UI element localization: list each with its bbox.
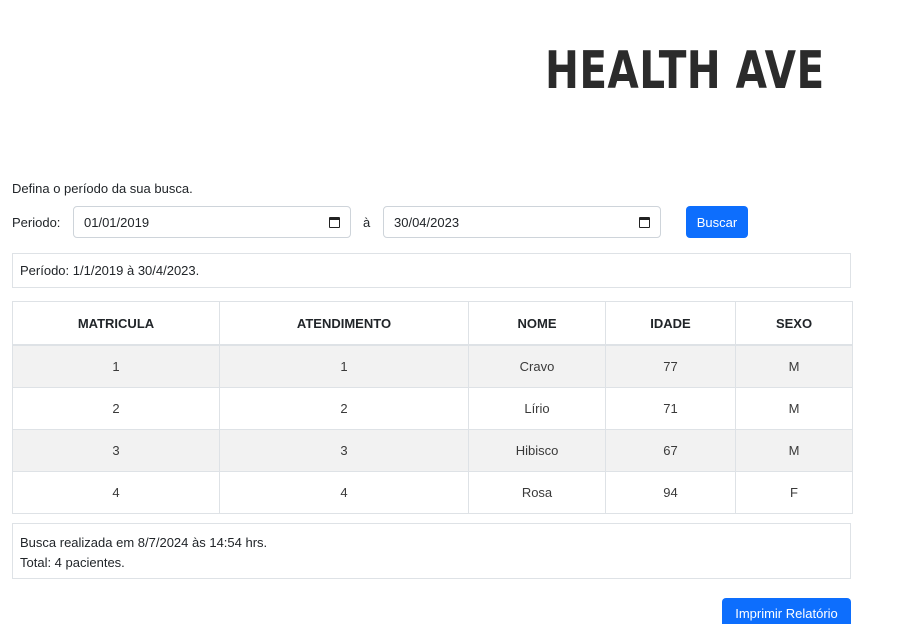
column-header-sexo: SEXO: [735, 301, 853, 346]
cell-idade: 94: [605, 471, 736, 514]
date-from-input[interactable]: 01/01/2019: [73, 206, 351, 238]
cell-sexo: M: [735, 344, 853, 388]
range-info-text: Período: 1/1/2019 à 30/4/2023.: [20, 263, 200, 278]
cell-atendimento: 3: [219, 429, 469, 472]
column-header-atendimento: ATENDIMENTO: [219, 301, 469, 346]
date-to-value: 30/04/2023: [394, 214, 460, 230]
cell-matricula: 2: [12, 387, 220, 430]
table-row: 3 3 Hibisco 67 M: [12, 429, 853, 472]
cell-sexo: M: [735, 387, 853, 430]
table-row: 4 4 Rosa 94 F: [12, 471, 853, 514]
table-row: 2 2 Lírio 71 M: [12, 387, 853, 430]
patients-table: MATRICULA ATENDIMENTO NOME IDADE SEXO 1 …: [12, 301, 853, 514]
print-report-button[interactable]: Imprimir Relatório: [722, 598, 851, 624]
search-timestamp: Busca realizada em 8/7/2024 às 14:54 hrs…: [20, 535, 268, 550]
cell-sexo: M: [735, 429, 853, 472]
column-header-nome: NOME: [468, 301, 606, 346]
date-to-input[interactable]: 30/04/2023: [383, 206, 661, 238]
logo-text: HEALTH AVE: [545, 41, 825, 101]
health-ave-logo: HEALTH AVE: [535, 6, 899, 136]
cell-idade: 71: [605, 387, 736, 430]
cell-matricula: 3: [12, 429, 220, 472]
patients-table-container: MATRICULA ATENDIMENTO NOME IDADE SEXO 1 …: [12, 301, 853, 514]
search-button[interactable]: Buscar: [686, 206, 748, 238]
date-from-value: 01/01/2019: [84, 214, 150, 230]
cell-matricula: 1: [12, 344, 220, 388]
cell-atendimento: 2: [219, 387, 469, 430]
table-header-row: MATRICULA ATENDIMENTO NOME IDADE SEXO: [12, 301, 853, 346]
cell-nome: Lírio: [468, 387, 606, 430]
calendar-icon[interactable]: [329, 216, 340, 228]
cell-nome: Cravo: [468, 344, 606, 388]
date-separator: à: [363, 215, 371, 230]
cell-idade: 67: [605, 429, 736, 472]
cell-idade: 77: [605, 344, 736, 388]
calendar-icon[interactable]: [639, 216, 650, 228]
page: HEALTH AVE Defina o período da sua busca…: [0, 0, 899, 624]
cell-matricula: 4: [12, 471, 220, 514]
cell-atendimento: 4: [219, 471, 469, 514]
search-instructions: Defina o período da sua busca.: [12, 181, 193, 196]
cell-nome: Hibisco: [468, 429, 606, 472]
column-header-idade: IDADE: [605, 301, 736, 346]
periodo-label: Periodo:: [12, 215, 61, 230]
cell-atendimento: 1: [219, 344, 469, 388]
range-info-box: Período: 1/1/2019 à 30/4/2023.: [12, 253, 851, 288]
cell-sexo: F: [735, 471, 853, 514]
cell-nome: Rosa: [468, 471, 606, 514]
search-summary-box: Busca realizada em 8/7/2024 às 14:54 hrs…: [12, 523, 851, 579]
table-row: 1 1 Cravo 77 M: [12, 344, 853, 388]
column-header-matricula: MATRICULA: [12, 301, 220, 346]
patient-total: Total: 4 pacientes.: [20, 555, 125, 570]
